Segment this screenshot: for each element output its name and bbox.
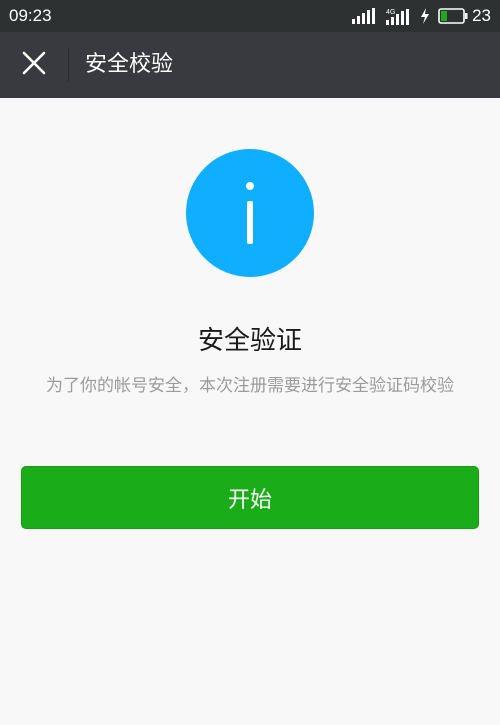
network-label: 4G — [386, 9, 395, 16]
close-icon — [22, 51, 46, 79]
signal-4g-icon: 4G — [386, 7, 412, 25]
verification-description: 为了你的帐号安全，本次注册需要进行安全验证码校验 — [46, 376, 454, 396]
start-button[interactable]: 开始 — [21, 466, 479, 529]
info-icon — [186, 149, 314, 277]
screen: 09:23 4G 23 安全校验 安全验证 为了你的帐号安全，本次注册需要进行安… — [0, 0, 500, 725]
close-button[interactable] — [12, 43, 56, 87]
status-bar: 09:23 4G 23 — [0, 0, 500, 32]
nav-bar: 安全校验 — [0, 32, 500, 98]
page-title: 安全校验 — [85, 52, 174, 77]
signal-icon — [352, 8, 378, 24]
main-content: 安全验证 为了你的帐号安全，本次注册需要进行安全验证码校验 开始 — [0, 98, 500, 725]
verification-heading: 安全验证 — [197, 326, 302, 356]
nav-divider — [68, 48, 69, 82]
charging-icon — [420, 8, 430, 24]
battery-icon — [438, 8, 468, 24]
battery-level: 23 — [472, 6, 491, 25]
status-time: 09:23 — [9, 6, 52, 25]
status-indicators: 4G 23 — [352, 5, 491, 27]
